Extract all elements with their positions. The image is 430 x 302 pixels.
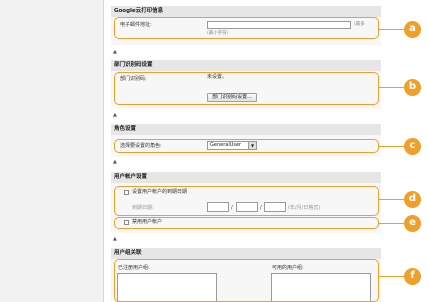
callout-connector-d <box>379 199 404 200</box>
collapse-arrow-icon[interactable]: ▲ <box>113 50 117 55</box>
callout-connector-f <box>379 276 404 277</box>
callout-highlight-d <box>114 186 379 216</box>
callout-badge-f: f <box>404 268 421 285</box>
collapse-arrow-icon[interactable]: ▲ <box>113 113 117 118</box>
callout-connector-c <box>379 146 404 147</box>
callout-connector-b <box>379 87 404 88</box>
callout-highlight-c <box>114 139 379 153</box>
callout-highlight-f <box>114 259 379 302</box>
callout-badge-a: a <box>404 21 421 38</box>
callout-highlight-e <box>114 217 379 229</box>
callout-connector-a <box>379 29 404 30</box>
callout-highlight-a <box>114 17 379 39</box>
callout-badge-b: b <box>404 79 421 96</box>
section-title-google-cloud: Google云打印信息 <box>111 6 381 17</box>
section-title-user-account: 用户帐户设置 <box>111 172 381 183</box>
left-panel <box>0 0 104 302</box>
callout-badge-c: c <box>404 138 421 155</box>
section-title-user-group: 用户组关联 <box>111 248 381 259</box>
collapse-arrow-icon[interactable]: ▲ <box>113 237 117 242</box>
callout-highlight-b <box>114 72 379 105</box>
collapse-arrow-icon[interactable]: ▲ <box>113 160 117 165</box>
callout-badge-e: e <box>404 215 421 232</box>
section-title-role: 角色设置 <box>111 124 381 135</box>
section-title-dept-id: 部门识别码设置 <box>111 60 381 71</box>
callout-connector-e <box>379 223 404 224</box>
callout-badge-d: d <box>404 191 421 208</box>
